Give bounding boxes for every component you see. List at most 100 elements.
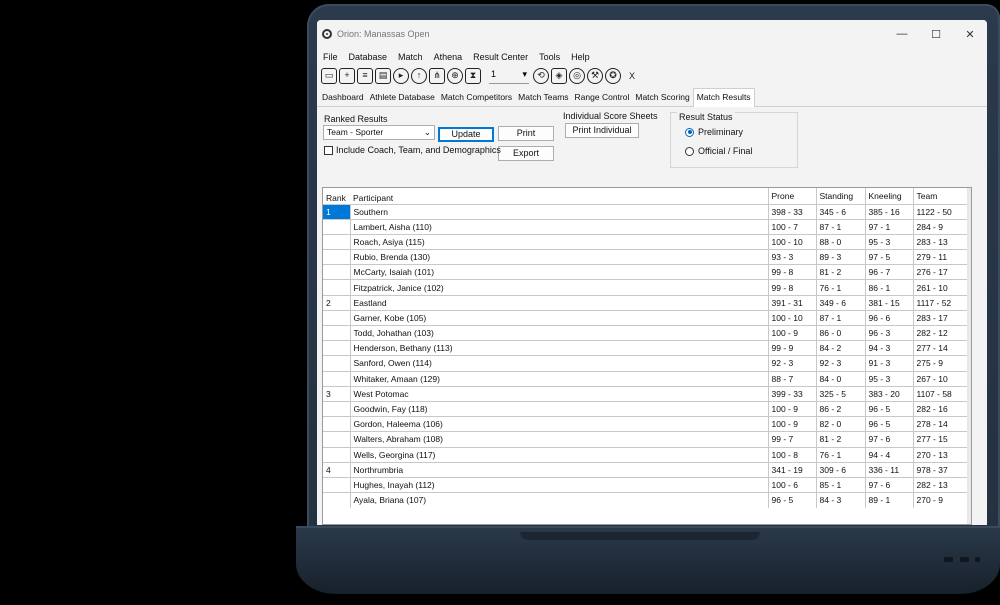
standing-cell[interactable]: 84 - 2 [815, 340, 865, 356]
prone-cell[interactable]: 93 - 3 [767, 249, 816, 265]
prone-cell[interactable]: 99 - 8 [767, 264, 816, 280]
header-prone[interactable]: Prone [767, 188, 816, 204]
kneeling-cell[interactable]: 91 - 3 [864, 355, 913, 372]
rank-cell[interactable] [323, 370, 351, 387]
header-team[interactable]: Team [912, 188, 967, 204]
participant-cell[interactable]: Rubio, Brenda (130) [350, 249, 768, 265]
table-row[interactable]: 1 Southern 398 - 33 345 - 6 385 - 16 1122 - 5… [323, 203, 967, 220]
menu-database[interactable]: Database [349, 52, 388, 62]
standing-cell[interactable]: 86 - 2 [815, 400, 865, 417]
team-cell[interactable]: 279 - 11 [912, 249, 967, 265]
kneeling-cell[interactable]: 97 - 5 [864, 249, 913, 265]
table-row[interactable]: Rubio, Brenda (130) 93 - 3 89 - 3 97 - 5 279… [323, 249, 967, 265]
table-row[interactable]: Whitaker, Amaan (129) 88 - 7 84 - 0 95 - 32… [323, 370, 967, 387]
participant-cell[interactable]: Gordon, Haleema (106) [350, 416, 768, 432]
tab-match-scoring[interactable]: Match Scoring [632, 89, 692, 106]
new-file-icon[interactable]: + [339, 68, 355, 84]
rank-cell[interactable] [323, 249, 351, 265]
kneeling-cell[interactable]: 96 - 7 [864, 264, 913, 280]
table-row[interactable]: Wells, Georgina (117) 100 - 8 76 - 1 94 - 4… [323, 446, 967, 463]
tab-dashboard[interactable]: Dashboard [319, 89, 367, 106]
tab-match-teams[interactable]: Match Teams [515, 89, 571, 106]
menu-athena[interactable]: Athena [434, 52, 463, 62]
rank-cell[interactable] [323, 400, 351, 417]
team-cell[interactable]: 270 - 9 [912, 492, 967, 508]
header-kneeling[interactable]: Kneeling [864, 188, 913, 204]
table-row[interactable]: 4 Northrumbria 341 - 19 309 - 6 336 - 11 978 … [323, 461, 967, 478]
rank-cell[interactable] [323, 476, 351, 493]
team-cell[interactable]: 1107 - 58 [912, 385, 967, 402]
prone-cell[interactable]: 100 - 7 [767, 218, 816, 235]
prone-cell[interactable]: 99 - 9 [767, 340, 816, 356]
standing-cell[interactable]: 87 - 1 [815, 309, 865, 326]
minimize-button[interactable]: — [885, 28, 919, 41]
kneeling-cell[interactable]: 381 - 15 [864, 294, 913, 311]
prone-cell[interactable]: 399 - 33 [767, 385, 816, 402]
table-row[interactable]: Gordon, Haleema (106) 100 - 9 82 - 0 96 - 5… [323, 416, 967, 432]
team-cell[interactable]: 282 - 16 [912, 400, 967, 417]
table-row[interactable]: Todd, Johathan (103) 100 - 9 86 - 0 96 - 32… [323, 324, 967, 341]
rank-cell[interactable] [323, 340, 351, 356]
tab-match-results[interactable]: Match Results [692, 88, 755, 107]
team-cell[interactable]: 1122 - 50 [912, 203, 967, 220]
participant-cell[interactable]: West Potomac [350, 385, 768, 402]
kneeling-cell[interactable]: 97 - 6 [864, 476, 913, 493]
kneeling-cell[interactable]: 97 - 6 [864, 431, 913, 447]
prone-cell[interactable]: 92 - 3 [767, 355, 816, 372]
team-cell[interactable]: 278 - 14 [912, 416, 967, 432]
tab-athlete-database[interactable]: Athlete Database [367, 89, 438, 106]
participant-cell[interactable]: Whitaker, Amaan (129) [350, 370, 768, 387]
team-cell[interactable]: 978 - 37 [912, 461, 967, 478]
toolbar-close[interactable]: X [629, 71, 635, 81]
prone-cell[interactable]: 99 - 8 [767, 279, 816, 296]
results-grid[interactable]: Rank Participant Prone Standing Kneeling… [322, 187, 972, 525]
standing-cell[interactable]: 345 - 6 [815, 203, 865, 220]
header-standing[interactable]: Standing [815, 188, 865, 204]
standing-cell[interactable]: 325 - 5 [815, 385, 865, 402]
rank-cell[interactable] [323, 279, 351, 296]
rank-cell[interactable] [323, 233, 351, 250]
table-row[interactable]: Ayala, Briana (107) 96 - 5 84 - 3 89 - 1 270… [323, 492, 967, 508]
standing-cell[interactable]: 89 - 3 [815, 249, 865, 265]
participant-cell[interactable]: Garner, Kobe (105) [350, 309, 768, 326]
table-row[interactable]: Henderson, Bethany (113) 99 - 9 84 - 2 94 -… [323, 340, 967, 356]
standing-cell[interactable]: 92 - 3 [815, 355, 865, 372]
standing-cell[interactable]: 88 - 0 [815, 233, 865, 250]
menu-help[interactable]: Help [571, 52, 590, 62]
target-icon[interactable]: ◎ [569, 68, 585, 84]
rank-cell[interactable] [323, 446, 351, 463]
clipboard-icon[interactable]: ▤ [375, 68, 391, 84]
team-cell[interactable]: 267 - 10 [912, 370, 967, 387]
participant-cell[interactable]: Roach, Asiya (115) [350, 233, 768, 250]
close-button[interactable]: ✕ [953, 28, 987, 41]
prone-cell[interactable]: 96 - 5 [767, 492, 816, 508]
preliminary-radio[interactable] [685, 127, 694, 137]
menu-result-center[interactable]: Result Center [473, 52, 528, 62]
standing-cell[interactable]: 81 - 2 [815, 264, 865, 280]
header-rank[interactable]: Rank [323, 188, 350, 204]
medal-icon[interactable]: ✪ [605, 68, 621, 84]
rank-cell[interactable] [323, 218, 351, 235]
standing-cell[interactable]: 309 - 6 [815, 461, 865, 478]
team-cell[interactable]: 270 - 13 [912, 446, 967, 463]
table-row[interactable]: 2 Eastland 391 - 31 349 - 6 381 - 15 1117 - 5… [323, 294, 967, 311]
header-participant[interactable]: Participant [350, 188, 768, 204]
team-cell[interactable]: 1117 - 52 [912, 294, 967, 311]
standing-cell[interactable]: 82 - 0 [815, 416, 865, 432]
prone-cell[interactable]: 99 - 7 [767, 431, 816, 447]
standing-cell[interactable]: 349 - 6 [815, 294, 865, 311]
participant-cell[interactable]: Fitzpatrick, Janice (102) [350, 279, 768, 296]
table-row[interactable]: Roach, Asiya (115) 100 - 10 88 - 0 95 - 3 28… [323, 233, 967, 250]
rank-cell[interactable] [323, 355, 351, 372]
participant-cell[interactable]: Sanford, Owen (114) [350, 355, 768, 372]
badge-icon[interactable]: ◈ [551, 68, 567, 84]
standing-cell[interactable]: 85 - 1 [815, 476, 865, 493]
wrench-icon[interactable]: ⚒ [587, 68, 603, 84]
kneeling-cell[interactable]: 336 - 11 [864, 461, 913, 478]
team-cell[interactable]: 282 - 13 [912, 476, 967, 493]
participant-cell[interactable]: Wells, Georgina (117) [350, 446, 768, 463]
table-row[interactable]: Sanford, Owen (114) 92 - 3 92 - 3 91 - 3 275… [323, 355, 967, 372]
kneeling-cell[interactable]: 385 - 16 [864, 203, 913, 220]
prone-cell[interactable]: 341 - 19 [767, 461, 816, 478]
participant-cell[interactable]: Goodwin, Fay (118) [350, 400, 768, 417]
